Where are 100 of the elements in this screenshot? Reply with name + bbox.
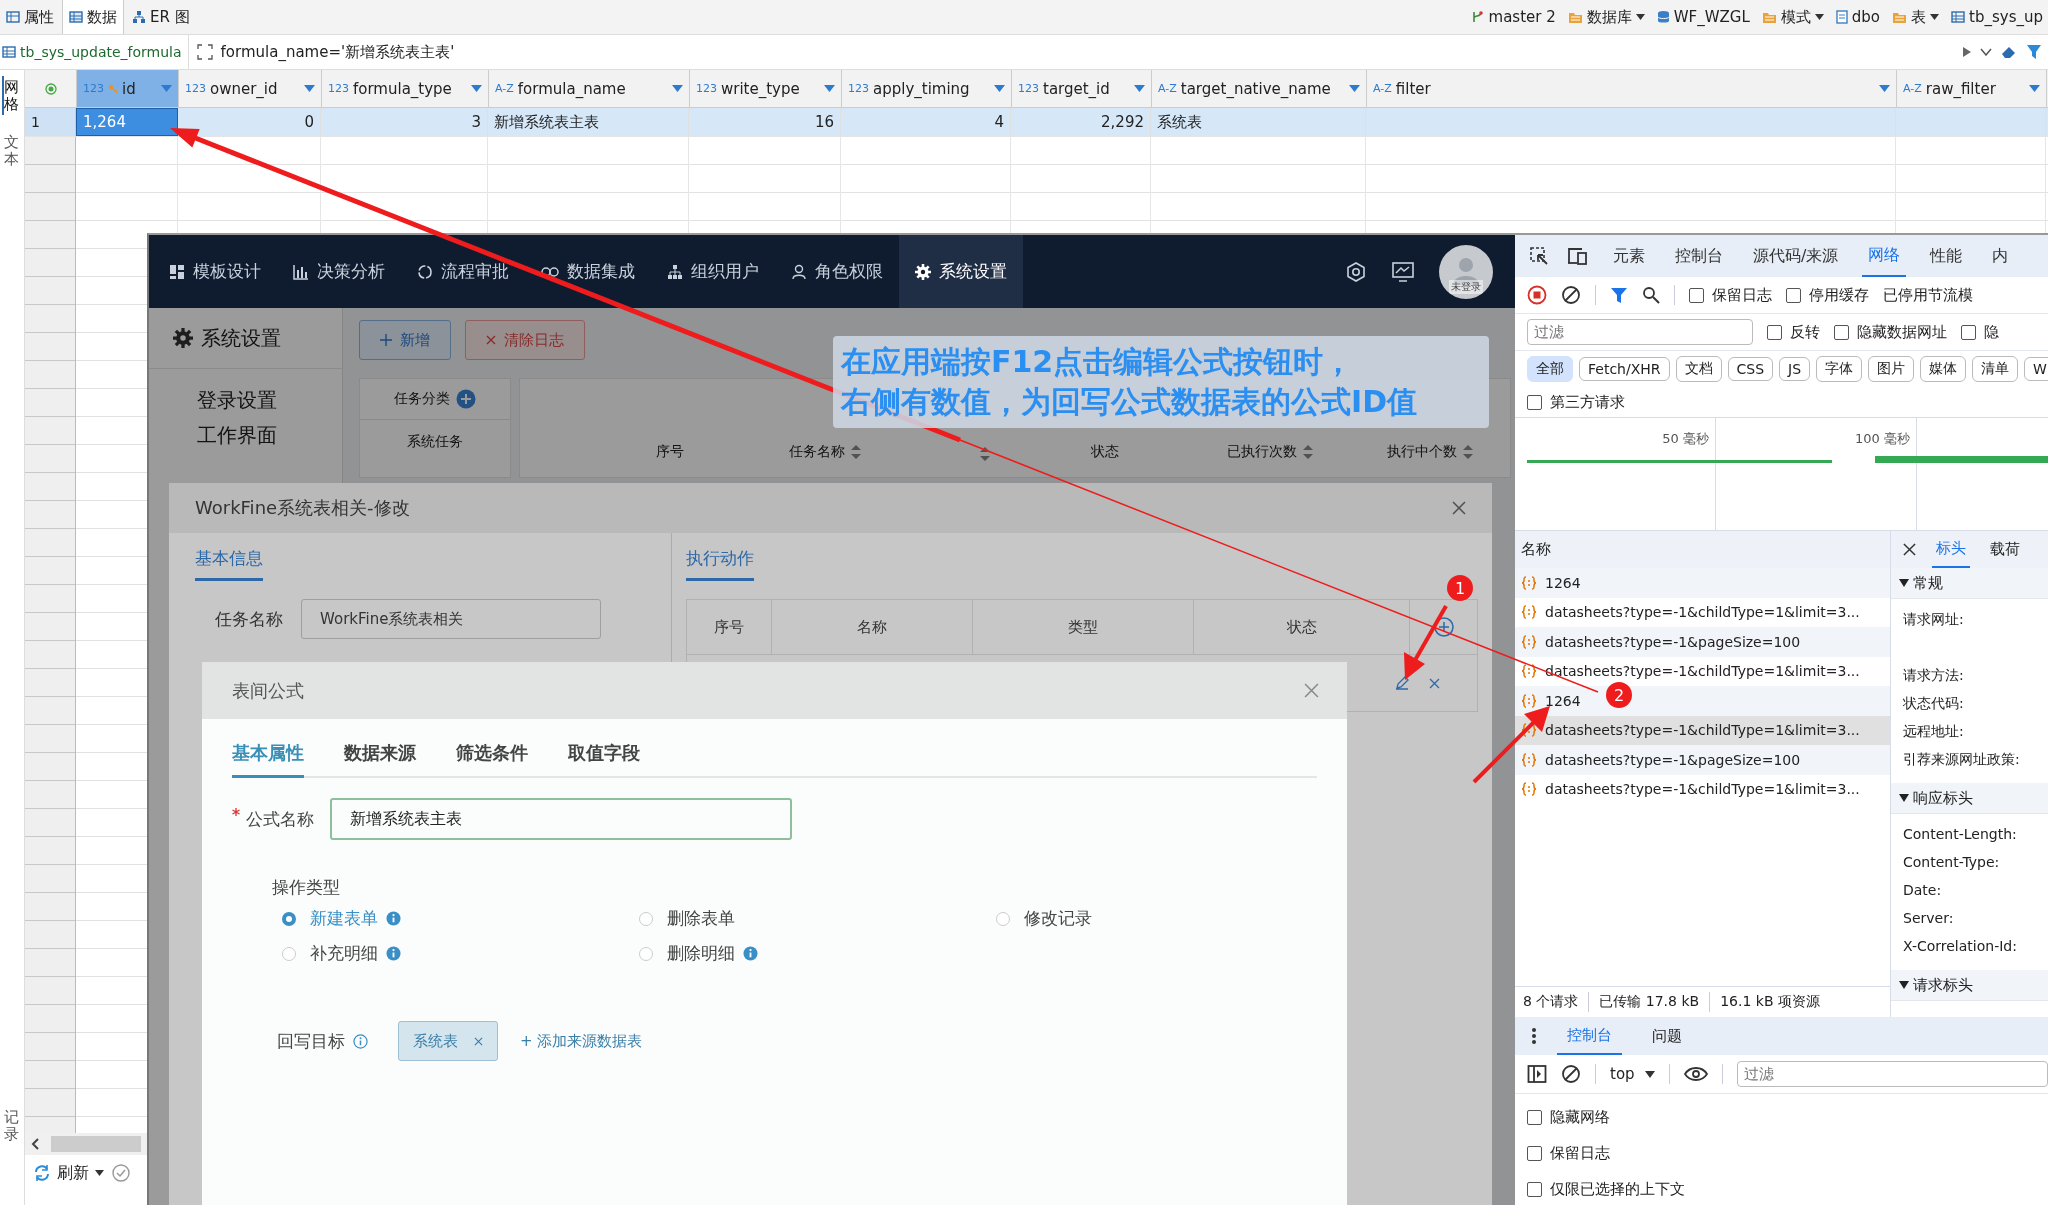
side-tab[interactable]: 文本 — [4, 131, 19, 170]
section-header[interactable]: 常规 — [1891, 568, 2048, 599]
context-selector[interactable]: 模式 — [1756, 7, 1829, 27]
column-header[interactable]: 任务名称 — [700, 443, 950, 461]
type-filter-chip[interactable]: W — [2024, 357, 2048, 381]
request-row[interactable]: datasheets?type=-1&childType=1&limit=3... — [1515, 597, 1890, 627]
filter-field[interactable]: formula_name='新增系统表主表' — [220, 42, 1954, 62]
type-filter-chip[interactable]: 图片 — [1868, 356, 1915, 382]
checkbox-option[interactable]: 隐藏网络 — [1527, 1104, 2048, 1130]
column-header[interactable]: A-Z formula_name — [489, 70, 690, 107]
nav-item[interactable]: 流程审批 — [401, 235, 525, 308]
dialog-tab[interactable]: 筛选条件 — [456, 729, 528, 776]
radio-option[interactable]: 补充明细 — [282, 942, 378, 965]
request-row[interactable]: datasheets?type=-1&childType=1&limit=3... — [1515, 774, 1890, 804]
type-filter-chip[interactable]: JS — [1779, 357, 1811, 381]
devtools-tab[interactable]: 元素 — [1607, 235, 1651, 277]
radio-option[interactable]: 删除表单 — [639, 907, 735, 930]
column-header[interactable]: 执行中个数 — [1350, 443, 1510, 461]
input-field[interactable]: 新增系统表主表 — [330, 798, 792, 840]
type-filter-chip[interactable]: 字体 — [1816, 356, 1863, 382]
nav-item[interactable]: 数据集成 — [525, 235, 651, 308]
input-field[interactable]: WorkFine系统表相关 — [301, 599, 601, 639]
type-filter-chip[interactable]: CSS — [1727, 357, 1774, 381]
context-selector[interactable]: WF_WZGL — [1651, 8, 1755, 26]
context-selector[interactable]: dbo — [1830, 8, 1886, 26]
devtools-tab[interactable]: 性能 — [1924, 235, 1969, 277]
checkbox-option[interactable]: 保留日志 — [1527, 1140, 2048, 1166]
side-tab[interactable]: 记录 — [4, 1106, 19, 1145]
checkbox-option[interactable]: 隐 — [1961, 322, 1999, 342]
drawer-tab[interactable]: 问题 — [1642, 1017, 1692, 1055]
column-header[interactable]: A-Z target_native_name — [1152, 70, 1367, 107]
checkbox-option[interactable]: 停用缓存 — [1786, 285, 1869, 305]
nav-item[interactable]: 角色权限 — [775, 235, 899, 308]
devtools-tab[interactable]: 控制台 — [1669, 235, 1729, 277]
view-tab[interactable]: 属性 — [0, 0, 60, 34]
checkbox-option[interactable]: 反转 — [1767, 322, 1820, 342]
context-selector[interactable]: tb_sys_up — [1946, 8, 2048, 26]
table-tag[interactable]: 系统表 — [398, 1021, 498, 1061]
context-dropdown[interactable]: top — [1610, 1065, 1655, 1083]
checkbox-option[interactable]: 隐藏数据网址 — [1834, 322, 1947, 342]
request-row[interactable]: datasheets?type=-1&pageSize=100 — [1515, 745, 1890, 775]
column-header[interactable]: A-Z raw_filter — [1897, 70, 2047, 107]
radio-option[interactable]: 修改记录 — [996, 907, 1092, 930]
column-header[interactable]: 123 write_type — [690, 70, 842, 107]
radio-option[interactable]: 删除明细 — [639, 942, 735, 965]
column-header[interactable]: 序号 — [520, 443, 700, 461]
type-filter-chip[interactable]: 清单 — [1972, 356, 2019, 382]
request-row[interactable]: datasheets?type=-1&childType=1&limit=3... — [1515, 715, 1890, 745]
table-row[interactable]: 1 1,264 0 3 新增系统表主表 16 4 2,292 系统表 — [25, 108, 2048, 137]
type-filter-chip[interactable]: 全部 — [1527, 356, 1573, 382]
column-header[interactable]: 123 formula_type — [322, 70, 489, 107]
filter-field[interactable]: 过滤 — [1527, 319, 1753, 345]
drawer-tab[interactable]: 控制台 — [1557, 1017, 1622, 1055]
context-selector[interactable]: master 2 — [1465, 8, 1561, 26]
section-header[interactable]: 请求标头 — [1891, 970, 2048, 1001]
checkbox-option[interactable]: 第三方请求 — [1527, 392, 1625, 412]
column-header[interactable]: 123 owner_id — [179, 70, 322, 107]
column-header[interactable]: 名称 — [1515, 531, 1890, 568]
column-header[interactable]: 状态 — [1020, 443, 1190, 461]
column-header[interactable]: 123 id — [77, 70, 179, 107]
nav-item[interactable]: 决策分析 — [277, 235, 401, 308]
nav-item[interactable]: 组织用户 — [651, 235, 775, 308]
devtools-tab[interactable]: 源代码/来源 — [1747, 235, 1845, 277]
throttle-label[interactable]: 已停用节流模 — [1883, 285, 1973, 305]
column-header[interactable]: 123 target_id — [1012, 70, 1152, 107]
add-link[interactable]: + 添加来源数据表 — [520, 1031, 643, 1051]
section-header[interactable]: 响应标头 — [1891, 783, 2048, 814]
context-selector[interactable]: 表 — [1887, 7, 1945, 27]
dialog-tab[interactable]: 数据来源 — [344, 729, 416, 776]
column-header[interactable]: 已执行次数 — [1190, 443, 1350, 461]
refresh-button[interactable]: 刷新 — [33, 1162, 104, 1184]
menu-item[interactable]: 登录设置 — [149, 383, 342, 418]
nav-item[interactable]: 模板设计 — [153, 235, 277, 308]
radio-option[interactable]: 新建表单 — [282, 907, 378, 930]
devtools-tab[interactable]: 内 — [1986, 235, 2015, 277]
view-tab[interactable]: ER 图 — [126, 0, 196, 34]
view-tab[interactable]: 数据 — [62, 0, 124, 34]
nav-item[interactable]: 系统设置 — [899, 235, 1023, 308]
type-filter-chip[interactable]: 媒体 — [1920, 356, 1967, 382]
column-header[interactable]: A-Z filter — [1367, 70, 1897, 107]
category-item[interactable]: 系统任务 — [360, 420, 510, 464]
type-filter-chip[interactable]: 文档 — [1675, 356, 1722, 382]
column-header[interactable]: 123 apply_timing — [842, 70, 1012, 107]
menu-item[interactable]: 工作界面 — [149, 418, 342, 453]
filter-field[interactable]: 过滤 — [1736, 1061, 2048, 1087]
column-header: 类型 — [973, 600, 1194, 654]
context-selector[interactable]: 数据库 — [1562, 7, 1650, 27]
dialog-tab[interactable]: 取值字段 — [568, 729, 640, 776]
side-tab[interactable]: 网格 — [2, 76, 19, 115]
request-row[interactable]: datasheets?type=-1&pageSize=100 — [1515, 627, 1890, 657]
checkbox-option[interactable]: 仅限已选择的上下文 — [1527, 1176, 2048, 1202]
detail-tab[interactable]: 载荷 — [1986, 531, 2024, 568]
section-tab[interactable]: 基本信息 — [195, 533, 263, 581]
avatar[interactable]: 未登录 — [1439, 244, 1493, 299]
request-row[interactable]: 1264 — [1515, 568, 1890, 598]
type-filter-chip[interactable]: Fetch/XHR — [1579, 357, 1670, 381]
checkbox-option[interactable]: 保留日志 — [1689, 285, 1772, 305]
dialog-tab[interactable]: 基本属性 — [232, 729, 304, 778]
devtools-tab[interactable]: 网络 — [1862, 235, 1907, 277]
table-cell: 2,292 — [1011, 108, 1151, 136]
